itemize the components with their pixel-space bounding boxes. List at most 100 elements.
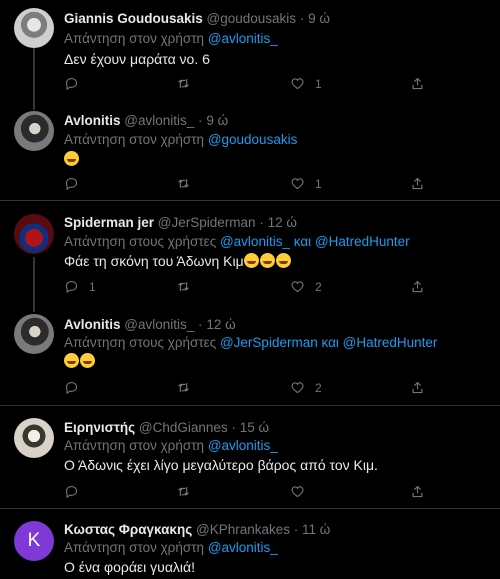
tweet[interactable]: Avlonitis @avlonitis_ · 9 ώ Απάντηση στο… — [0, 105, 500, 200]
retweet-icon — [178, 487, 189, 496]
avatar[interactable]: K — [14, 521, 54, 561]
tweet[interactable]: K Κωστας Φραγκακης @KPhrankakes · 11 ώ Α… — [0, 509, 500, 579]
handle[interactable]: @goudousakis — [207, 11, 297, 26]
mention-link[interactable]: @goudousakis — [208, 132, 298, 147]
reply-button[interactable] — [64, 176, 89, 191]
mention-link[interactable]: @avlonitis_ — [220, 234, 290, 249]
retweet-button[interactable] — [176, 380, 201, 395]
share-icon — [412, 77, 423, 90]
separator-dot: · — [231, 420, 236, 435]
retweet-button[interactable] — [176, 76, 201, 91]
avatar[interactable] — [14, 111, 54, 151]
tweet-text: Δεν έχουν μαράτα νο. 6 — [64, 51, 210, 67]
action-bar: 1 2 — [64, 279, 444, 297]
like-icon — [291, 281, 304, 293]
tweet-emojis — [64, 353, 96, 369]
display-name[interactable]: Giannis Goudousakis — [64, 11, 203, 26]
like-icon — [291, 382, 304, 394]
like-button[interactable] — [290, 484, 315, 499]
like-button[interactable]: 1 — [290, 176, 322, 191]
tweet[interactable]: Avlonitis @avlonitis_ · 12 ώ Απάντηση στ… — [0, 306, 500, 405]
reply-icon — [65, 280, 78, 294]
reply-label: Απάντηση στον χρήστη — [64, 31, 205, 46]
avatar[interactable] — [14, 418, 54, 458]
handle[interactable]: @JerSpiderman — [158, 215, 256, 230]
display-name[interactable]: Ειρηνιστής — [64, 420, 135, 435]
reply-icon — [65, 485, 78, 499]
display-name[interactable]: Avlonitis — [64, 113, 121, 128]
retweet-button[interactable] — [176, 176, 201, 191]
avatar[interactable] — [14, 8, 54, 48]
mention-link[interactable]: @HatredHunter — [343, 335, 438, 350]
timestamp[interactable]: 15 ώ — [240, 420, 269, 435]
like-button[interactable]: 2 — [290, 279, 322, 294]
tweet[interactable]: Ειρηνιστής @ChdGiannes · 15 ώ Απάντηση σ… — [0, 406, 500, 508]
like-count: 1 — [315, 76, 322, 91]
timestamp[interactable]: 12 ώ — [268, 215, 297, 230]
tweet-text-row: Φάε τη σκόνη του Άδωνη Κιμ — [64, 253, 292, 269]
share-icon — [412, 381, 423, 394]
share-button[interactable] — [410, 76, 425, 91]
joy-emoji — [275, 253, 291, 268]
reply-button[interactable] — [64, 484, 89, 499]
reply-button[interactable] — [64, 76, 89, 91]
mention-link[interactable]: @HatredHunter — [315, 234, 410, 249]
reply-count: 1 — [89, 279, 96, 294]
separator-dot: · — [299, 11, 305, 26]
reply-label: Απάντηση στον χρήστη — [64, 132, 205, 147]
avatar[interactable] — [14, 314, 54, 354]
like-count: 2 — [315, 380, 322, 395]
joy-emoji — [259, 253, 275, 268]
reply-context: Απάντηση στον χρήστη @avlonitis_ — [64, 438, 278, 453]
reply-context: Απάντηση στους χρήστες @JerSpiderman και… — [64, 335, 437, 350]
retweet-icon — [178, 179, 189, 188]
handle[interactable]: @avlonitis_ — [124, 113, 194, 128]
share-button[interactable] — [410, 484, 425, 499]
like-button[interactable]: 2 — [290, 380, 322, 395]
share-button[interactable] — [410, 279, 425, 294]
joy-emoji — [243, 253, 259, 268]
avatar-letter: K — [27, 530, 41, 551]
handle[interactable]: @avlonitis_ — [124, 317, 194, 332]
timestamp[interactable]: 12 ώ — [206, 317, 235, 332]
reply-button[interactable] — [64, 380, 89, 395]
handle[interactable]: @KPhrankakes — [196, 522, 290, 537]
reply-label: Απάντηση στους χρήστες — [64, 335, 217, 350]
reply-conjunction: και — [321, 335, 339, 350]
display-name[interactable]: Κωστας Φραγκακης — [64, 522, 192, 537]
mention-link[interactable]: @avlonitis_ — [208, 438, 278, 453]
retweet-icon — [178, 282, 189, 291]
display-name[interactable]: Avlonitis — [64, 317, 121, 332]
tweet-text: Ο ένα φοράει γυαλιά! — [64, 559, 196, 575]
timestamp[interactable]: 9 ώ — [206, 113, 228, 128]
tweet[interactable]: Giannis Goudousakis @goudousakis · 9 ώ Α… — [0, 0, 500, 105]
like-icon — [291, 178, 304, 190]
reply-context: Απάντηση στον χρήστη @avlonitis_ — [64, 540, 278, 555]
avatar[interactable] — [14, 214, 54, 254]
reply-conjunction: και — [293, 234, 312, 249]
tweet-text: Ο Άδωνις έχει λίγο μεγαλύτερο βάρος από … — [64, 457, 378, 473]
retweet-button[interactable] — [176, 279, 201, 294]
reply-context: Απάντηση στους χρήστες @avlonitis_ και @… — [64, 234, 410, 249]
like-icon — [291, 78, 304, 90]
tweet-header: Ειρηνιστής @ChdGiannes · 15 ώ — [64, 420, 269, 435]
action-bar: 2 — [64, 380, 444, 398]
reply-label: Απάντηση στον χρήστη — [64, 540, 205, 555]
timestamp[interactable]: 9 ώ — [308, 11, 330, 26]
retweet-button[interactable] — [176, 484, 201, 499]
mention-link[interactable]: @JerSpiderman — [220, 335, 318, 350]
share-button[interactable] — [410, 380, 425, 395]
handle[interactable]: @ChdGiannes — [139, 420, 228, 435]
tweet-text: Φάε τη σκόνη του Άδωνη Κιμ — [64, 253, 244, 269]
mention-link[interactable]: @avlonitis_ — [208, 31, 278, 46]
mention-link[interactable]: @avlonitis_ — [208, 540, 278, 555]
action-bar: 1 — [64, 76, 444, 94]
display-name[interactable]: Spiderman jer — [64, 215, 154, 230]
reply-button[interactable]: 1 — [64, 279, 96, 294]
timestamp[interactable]: 11 ώ — [302, 522, 330, 537]
like-button[interactable]: 1 — [290, 76, 322, 91]
share-button[interactable] — [410, 176, 425, 191]
like-count: 2 — [315, 279, 322, 294]
tweet-emojis — [64, 151, 80, 167]
tweet[interactable]: Spiderman jer @JerSpiderman · 12 ώ Απάντ… — [0, 201, 500, 306]
